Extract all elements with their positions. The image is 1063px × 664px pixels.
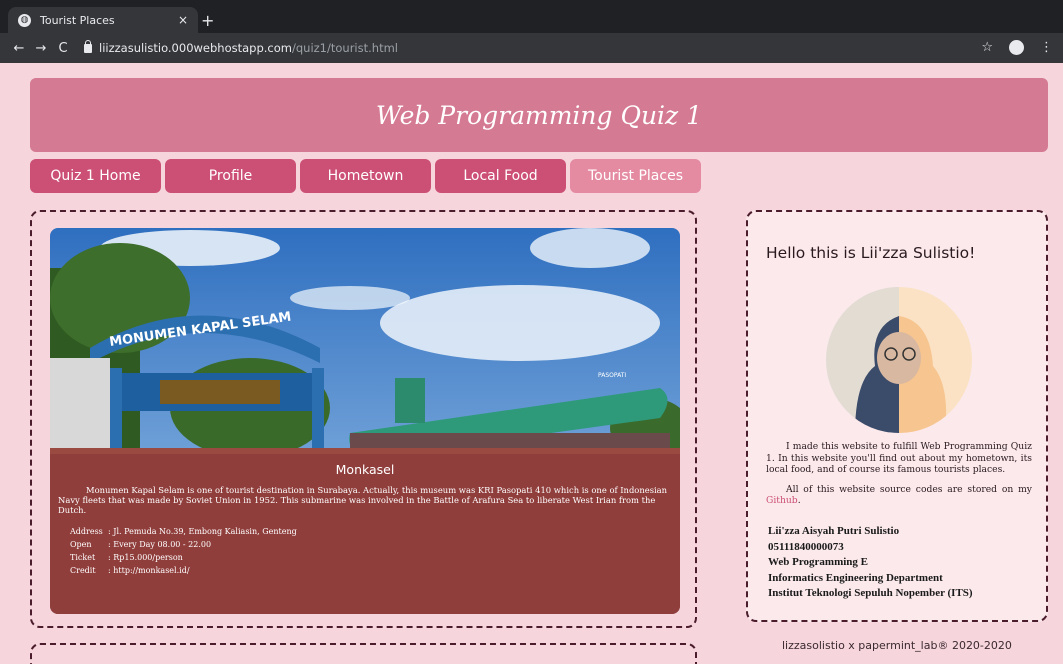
bookmark-star-icon[interactable]: ☆ bbox=[981, 40, 993, 55]
nav-local-food[interactable]: Local Food bbox=[435, 159, 566, 193]
browser-chrome: ◍ Tourist Places × + ← → C liizzasulisti… bbox=[0, 0, 1063, 63]
info-key: Open bbox=[70, 540, 92, 549]
place-title: Monkasel bbox=[335, 462, 395, 477]
browser-tab[interactable]: ◍ Tourist Places × bbox=[8, 7, 198, 33]
toolbar-actions: ☆ ⋮ bbox=[981, 40, 1053, 55]
cloud bbox=[290, 286, 410, 310]
gate-ornament bbox=[160, 380, 280, 404]
about-text: I made this website to fulfill Web Progr… bbox=[766, 441, 1032, 515]
ship-name: PASOPATI bbox=[598, 372, 626, 379]
info-value: : Every Day 08.00 - 22.00 bbox=[108, 540, 212, 549]
credential-department: Informatics Engineering Department bbox=[768, 571, 943, 584]
credential-name: Lii'zza Aisyah Putri Sulistio bbox=[768, 525, 900, 537]
monkasel-photo: PASOPATI MONUMEN KAPAL SELAM Monkasel Mo… bbox=[50, 228, 680, 614]
lock-icon bbox=[84, 39, 92, 53]
credential-institute: Institut Teknologi Sepuluh Nopember (ITS… bbox=[768, 587, 973, 599]
url-path: /quiz1/tourist.html bbox=[291, 41, 398, 55]
page-header: Web Programming Quiz 1 bbox=[30, 78, 1048, 152]
info-key: Ticket bbox=[70, 553, 96, 562]
footer: lizzasolistio x papermint_lab® 2020-2020 bbox=[782, 639, 1012, 652]
back-icon[interactable]: ← bbox=[8, 41, 30, 56]
profile-greeting: Hello this is Lii'zza Sulistio! bbox=[766, 244, 976, 262]
info-key: Address bbox=[70, 527, 103, 536]
page: Web Programming Quiz 1 Quiz 1 Home Profi… bbox=[0, 63, 1063, 664]
new-tab-button[interactable]: + bbox=[201, 11, 214, 30]
info-value[interactable]: : http://monkasel.id/ bbox=[108, 564, 190, 577]
nav-hometown[interactable]: Hometown bbox=[300, 159, 431, 193]
place-info-list: Address : Jl. Pemuda No.39, Embong Kalia… bbox=[50, 525, 680, 577]
info-key: Credit bbox=[70, 566, 96, 575]
tab-bar: ◍ Tourist Places × + bbox=[0, 0, 1063, 33]
forward-icon[interactable]: → bbox=[30, 41, 52, 56]
address-bar[interactable]: liizzasulistio.000webhostapp.com /quiz1/… bbox=[84, 37, 984, 59]
menu-icon[interactable]: ⋮ bbox=[1040, 40, 1053, 55]
credential-class: Web Programming E bbox=[768, 556, 869, 568]
page-title: Web Programming Quiz 1 bbox=[375, 100, 703, 130]
info-row-credit: Credit : http://monkasel.id/ bbox=[70, 564, 680, 577]
main-nav: Quiz 1 Home Profile Hometown Local Food … bbox=[30, 159, 701, 193]
close-tab-icon[interactable]: × bbox=[178, 13, 188, 27]
cloud bbox=[530, 228, 650, 268]
cloud bbox=[380, 285, 660, 361]
credentials: Lii'zza Aisyah Putri Sulistio 0511184000… bbox=[768, 524, 973, 602]
info-value: : Rp15.000/person bbox=[108, 553, 183, 562]
info-row-address: Address : Jl. Pemuda No.39, Embong Kalia… bbox=[70, 525, 680, 538]
about-paragraph-2: All of this website source codes are sto… bbox=[766, 484, 1032, 507]
reload-icon[interactable]: C bbox=[52, 41, 74, 56]
place-description: Monumen Kapal Selam is one of tourist de… bbox=[58, 485, 668, 515]
info-row-open: Open : Every Day 08.00 - 22.00 bbox=[70, 538, 680, 551]
profile-card: Hello this is Lii'zza Sulistio! I made t… bbox=[746, 210, 1048, 622]
place-info-overlay: Monkasel Monumen Kapal Selam is one of t… bbox=[50, 454, 680, 614]
tourist-place-card: PASOPATI MONUMEN KAPAL SELAM Monkasel Mo… bbox=[30, 210, 697, 628]
info-row-ticket: Ticket : Rp15.000/person bbox=[70, 551, 680, 564]
url-host: liizzasulistio.000webhostapp.com bbox=[99, 41, 292, 55]
about-paragraph-2-end: . bbox=[797, 495, 801, 506]
github-link[interactable]: Github bbox=[766, 495, 798, 506]
nav-profile[interactable]: Profile bbox=[165, 159, 296, 193]
info-value: : Jl. Pemuda No.39, Embong Kaliasin, Gen… bbox=[108, 527, 297, 536]
profile-icon[interactable] bbox=[1009, 40, 1024, 55]
globe-icon: ◍ bbox=[18, 13, 31, 27]
credential-student-id: 05111840000073 bbox=[768, 540, 844, 553]
about-paragraph-2-text: All of this website source codes are sto… bbox=[786, 483, 1032, 495]
next-place-card bbox=[30, 643, 697, 664]
avatar bbox=[826, 287, 972, 433]
building bbox=[50, 358, 110, 448]
about-paragraph-1: I made this website to fulfill Web Progr… bbox=[766, 441, 1032, 475]
tab-title: Tourist Places bbox=[40, 13, 115, 27]
nav-quiz1-home[interactable]: Quiz 1 Home bbox=[30, 159, 161, 193]
submarine-tower bbox=[395, 378, 425, 423]
nav-tourist-places[interactable]: Tourist Places bbox=[570, 159, 701, 193]
browser-toolbar: ← → C liizzasulistio.000webhostapp.com /… bbox=[0, 33, 1063, 63]
